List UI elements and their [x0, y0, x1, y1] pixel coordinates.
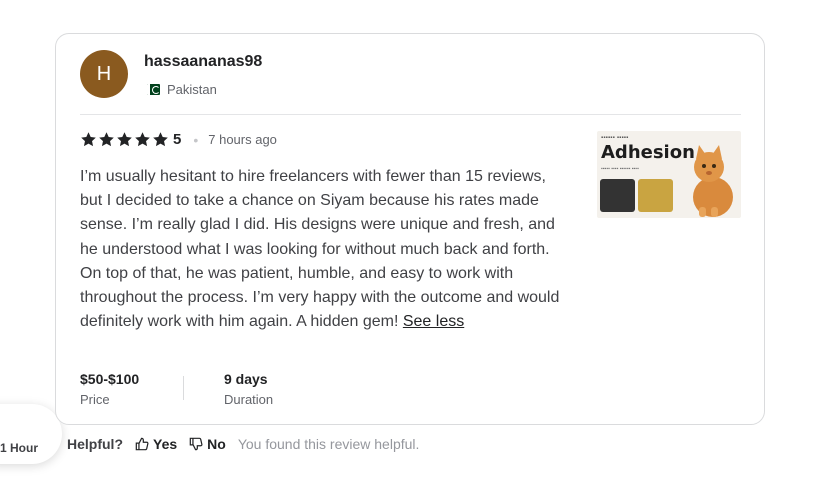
- duration-label: Duration: [224, 392, 274, 407]
- price-info: $50-$100 Price: [80, 371, 139, 407]
- thumbnail-subtext-decoration: ▪▪▪▪▪ ▪▪▪▪ ▪▪▪▪▪▪ ▪▪▪▪: [601, 166, 639, 172]
- helpful-question: Helpful?: [67, 436, 123, 452]
- pakistan-flag-icon: [147, 84, 160, 95]
- reviewer-username[interactable]: hassaananas98: [144, 53, 262, 71]
- star-icon: [152, 131, 169, 148]
- star-icon: [80, 131, 97, 148]
- product-photo-2: [638, 179, 673, 212]
- review-attachment-thumbnail[interactable]: ▪▪▪▪▪▪ ▪▪▪▪▪ Adhesion ▪▪▪▪▪ ▪▪▪▪ ▪▪▪▪▪▪ …: [597, 131, 741, 218]
- duration-info: 9 days Duration: [224, 371, 273, 407]
- divider: [80, 114, 741, 115]
- star-rating: [80, 131, 169, 148]
- product-photo-1: [600, 179, 635, 212]
- price-label: Price: [80, 392, 110, 407]
- meta-divider: [183, 376, 184, 400]
- reviewer-country: Pakistan: [147, 82, 217, 97]
- separator-dot: •: [193, 131, 199, 148]
- country-label: Pakistan: [167, 82, 217, 97]
- price-value: $50-$100: [80, 371, 140, 387]
- review-card: H hassaananas98 Pakistan 5 • 7 hours ago…: [55, 33, 765, 425]
- rating-row: 5 • 7 hours ago: [80, 131, 277, 148]
- helpful-yes-button[interactable]: Yes: [135, 436, 177, 452]
- star-icon: [116, 131, 133, 148]
- rating-value: 5: [173, 131, 182, 148]
- thumbs-down-icon: [189, 437, 203, 451]
- star-icon: [134, 131, 151, 148]
- cat-icon: [693, 145, 733, 217]
- see-less-link[interactable]: See less: [403, 313, 464, 330]
- review-text: I’m usually hesitant to hire freelancers…: [80, 165, 570, 334]
- star-icon: [98, 131, 115, 148]
- thumbs-up-icon: [135, 437, 149, 451]
- duration-value: 9 days: [224, 371, 268, 387]
- avatar[interactable]: H: [80, 50, 128, 98]
- helpful-row: Helpful? Yes No You found this review he…: [67, 436, 419, 452]
- helpful-confirmation: You found this review helpful.: [237, 436, 420, 452]
- side-floating-bubble[interactable]: [0, 404, 62, 464]
- review-body: I’m usually hesitant to hire freelancers…: [80, 168, 560, 331]
- side-bubble-text: 1 Hour: [0, 441, 39, 455]
- no-label: No: [207, 436, 226, 452]
- helpful-no-button[interactable]: No: [189, 436, 226, 452]
- review-time: 7 hours ago: [208, 132, 277, 147]
- thumbnail-caption-decoration: ▪▪▪▪▪▪ ▪▪▪▪▪: [601, 135, 629, 141]
- yes-label: Yes: [153, 436, 178, 452]
